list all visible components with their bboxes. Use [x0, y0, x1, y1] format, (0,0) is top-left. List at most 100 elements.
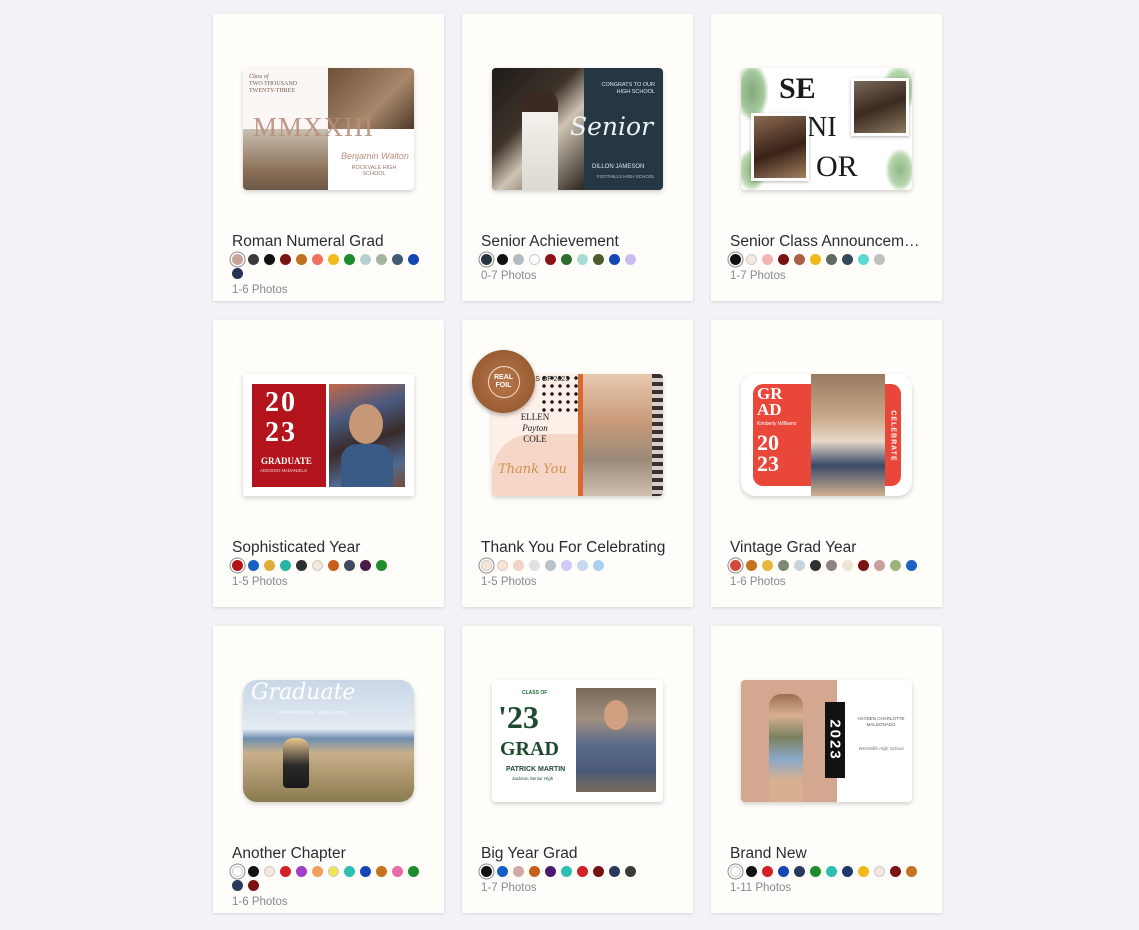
- card-thumbnail[interactable]: 2023 HAYDEN CHARLOTTE MALDONADO Westclif…: [741, 680, 912, 802]
- color-swatch[interactable]: [561, 866, 572, 877]
- color-swatch[interactable]: [344, 560, 355, 571]
- card-thumbnail[interactable]: CLASS OF '23 GRAD PATRICK MARTIN Jackson…: [492, 680, 663, 802]
- color-swatch[interactable]: [545, 560, 556, 571]
- card-thumbnail[interactable]: CONGRATS TO OUR HIGH SCHOOL Senior DILLO…: [492, 68, 663, 190]
- color-swatch[interactable]: [312, 560, 323, 571]
- color-swatch[interactable]: [858, 254, 869, 265]
- color-swatch[interactable]: [360, 254, 371, 265]
- color-swatch[interactable]: [762, 866, 773, 877]
- color-swatch[interactable]: [545, 866, 556, 877]
- product-card[interactable]: 20 23 GRADUATE ADDISON McDANIELS Sophist…: [213, 320, 444, 607]
- color-swatch[interactable]: [408, 866, 419, 877]
- color-swatch[interactable]: [874, 560, 885, 571]
- color-swatch[interactable]: [360, 866, 371, 877]
- color-swatch[interactable]: [232, 268, 243, 279]
- card-title[interactable]: Sophisticated Year: [232, 539, 434, 557]
- color-swatch[interactable]: [842, 254, 853, 265]
- card-thumbnail[interactable]: Graduate HANNAH CLEAN · Class of 2023: [243, 680, 414, 802]
- color-swatch[interactable]: [561, 254, 572, 265]
- card-title[interactable]: Brand New: [730, 845, 932, 863]
- color-swatch[interactable]: [762, 254, 773, 265]
- color-swatch[interactable]: [746, 254, 757, 265]
- color-swatch[interactable]: [794, 254, 805, 265]
- card-title[interactable]: Senior Achievement: [481, 233, 683, 251]
- color-swatch[interactable]: [858, 866, 869, 877]
- color-swatch[interactable]: [513, 560, 524, 571]
- card-title[interactable]: Senior Class Announcem…: [730, 233, 932, 251]
- color-swatch[interactable]: [577, 866, 588, 877]
- color-swatch[interactable]: [280, 866, 291, 877]
- card-thumbnail[interactable]: 20 23 GRADUATE ADDISON McDANIELS: [243, 374, 414, 496]
- color-swatch[interactable]: [232, 560, 243, 571]
- color-swatch[interactable]: [232, 866, 243, 877]
- color-swatch[interactable]: [280, 560, 291, 571]
- color-swatch[interactable]: [778, 866, 789, 877]
- color-swatch[interactable]: [360, 560, 371, 571]
- color-swatch[interactable]: [826, 560, 837, 571]
- color-swatch[interactable]: [529, 560, 540, 571]
- card-thumbnail[interactable]: Class of TWO THOUSAND TWENTY-THREE MMXXI…: [243, 68, 414, 190]
- color-swatch[interactable]: [248, 254, 259, 265]
- color-swatch[interactable]: [778, 560, 789, 571]
- color-swatch[interactable]: [890, 560, 901, 571]
- color-swatch[interactable]: [810, 560, 821, 571]
- color-swatch[interactable]: [906, 866, 917, 877]
- color-swatch[interactable]: [906, 560, 917, 571]
- color-swatch[interactable]: [593, 866, 604, 877]
- color-swatch[interactable]: [328, 254, 339, 265]
- color-swatch[interactable]: [248, 866, 259, 877]
- color-swatch[interactable]: [312, 866, 323, 877]
- color-swatch[interactable]: [513, 254, 524, 265]
- color-swatch[interactable]: [762, 560, 773, 571]
- color-swatch[interactable]: [730, 560, 741, 571]
- color-swatch[interactable]: [497, 560, 508, 571]
- color-swatch[interactable]: [826, 254, 837, 265]
- color-swatch[interactable]: [344, 254, 355, 265]
- color-swatch[interactable]: [794, 560, 805, 571]
- color-swatch[interactable]: [625, 254, 636, 265]
- color-swatch[interactable]: [232, 880, 243, 891]
- color-swatch[interactable]: [280, 254, 291, 265]
- color-swatch[interactable]: [232, 254, 243, 265]
- color-swatch[interactable]: [577, 254, 588, 265]
- color-swatch[interactable]: [890, 866, 901, 877]
- color-swatch[interactable]: [730, 866, 741, 877]
- color-swatch[interactable]: [264, 866, 275, 877]
- color-swatch[interactable]: [826, 866, 837, 877]
- color-swatch[interactable]: [344, 866, 355, 877]
- color-swatch[interactable]: [392, 866, 403, 877]
- card-title[interactable]: Big Year Grad: [481, 845, 683, 863]
- color-swatch[interactable]: [874, 866, 885, 877]
- product-card[interactable]: 2023 HAYDEN CHARLOTTE MALDONADO Westclif…: [711, 626, 942, 913]
- color-swatch[interactable]: [296, 866, 307, 877]
- color-swatch[interactable]: [858, 560, 869, 571]
- color-swatch[interactable]: [545, 254, 556, 265]
- color-swatch[interactable]: [842, 560, 853, 571]
- color-swatch[interactable]: [842, 866, 853, 877]
- color-swatch[interactable]: [328, 866, 339, 877]
- color-swatch[interactable]: [746, 866, 757, 877]
- color-swatch[interactable]: [561, 560, 572, 571]
- product-card[interactable]: REAL FOIL LASS OF 2023 ELLEN Payton COLE…: [462, 320, 693, 607]
- product-card[interactable]: CLASS OF '23 GRAD PATRICK MARTIN Jackson…: [462, 626, 693, 913]
- color-swatch[interactable]: [264, 560, 275, 571]
- color-swatch[interactable]: [794, 866, 805, 877]
- card-title[interactable]: Vintage Grad Year: [730, 539, 932, 557]
- product-card[interactable]: Graduate HANNAH CLEAN · Class of 2023 An…: [213, 626, 444, 913]
- color-swatch[interactable]: [408, 254, 419, 265]
- color-swatch[interactable]: [312, 254, 323, 265]
- card-title[interactable]: Another Chapter: [232, 845, 434, 863]
- color-swatch[interactable]: [481, 254, 492, 265]
- color-swatch[interactable]: [497, 254, 508, 265]
- product-card[interactable]: CONGRATS TO OUR HIGH SCHOOL Senior DILLO…: [462, 14, 693, 301]
- product-card[interactable]: Class of TWO THOUSAND TWENTY-THREE MMXXI…: [213, 14, 444, 301]
- color-swatch[interactable]: [264, 254, 275, 265]
- color-swatch[interactable]: [376, 254, 387, 265]
- color-swatch[interactable]: [609, 254, 620, 265]
- color-swatch[interactable]: [376, 866, 387, 877]
- color-swatch[interactable]: [296, 254, 307, 265]
- color-swatch[interactable]: [376, 560, 387, 571]
- color-swatch[interactable]: [874, 254, 885, 265]
- color-swatch[interactable]: [746, 560, 757, 571]
- color-swatch[interactable]: [248, 560, 259, 571]
